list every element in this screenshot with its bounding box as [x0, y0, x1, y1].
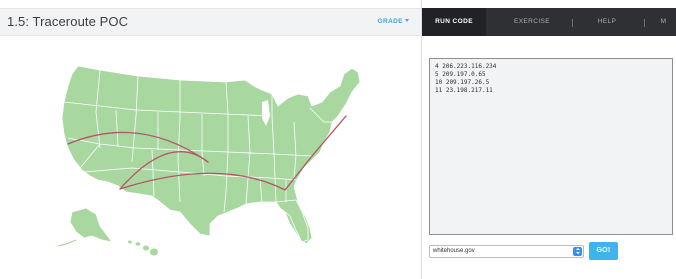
code-panel: RUN CODE EXERCISE HELP M 4 206.223.116.2… — [421, 0, 676, 279]
hawaii-shape — [128, 240, 158, 256]
grade-button[interactable]: GRADE — [378, 18, 409, 25]
output-line: 4 206.223.116.234 — [435, 63, 497, 70]
output-line: 11 23.198.217.11 — [435, 87, 493, 94]
lesson-panel: 1.5: Traceroute POC GRADE — [0, 0, 421, 279]
alaska-shape — [69, 207, 113, 243]
tab-run-code[interactable]: RUN CODE — [422, 8, 486, 36]
tab-divider — [572, 19, 573, 27]
tab-help[interactable]: HELP — [587, 8, 627, 36]
alaska-islands — [57, 239, 77, 247]
app-window: 1.5: Traceroute POC GRADE RUN CODE EXERC… — [0, 0, 676, 279]
select-arrows-icon[interactable] — [573, 247, 582, 256]
traceroute-output: 4 206.223.116.234 5 209.197.0.65 10 209.… — [429, 58, 673, 235]
tab-exercise[interactable]: EXERCISE — [502, 8, 562, 36]
grade-label: GRADE — [377, 18, 403, 25]
tab-divider — [644, 19, 645, 27]
host-select-value: whitehouse.gov — [433, 248, 475, 254]
tab-more[interactable]: M — [650, 8, 676, 36]
output-line: 10 209.197.26.5 — [435, 79, 490, 86]
output-line: 5 209.197.0.65 — [435, 71, 486, 78]
tab-bar: RUN CODE EXERCISE HELP M — [422, 8, 676, 36]
us-map-svg — [57, 65, 361, 256]
us-mainland-shape — [61, 65, 361, 245]
lesson-header: 1.5: Traceroute POC GRADE — [0, 8, 421, 36]
host-select[interactable]: whitehouse.gov — [429, 245, 584, 258]
caret-down-icon — [405, 19, 409, 22]
florida-shape — [275, 199, 309, 243]
go-button[interactable]: GO! — [589, 242, 618, 260]
us-map — [40, 52, 380, 264]
lesson-title: 1.5: Traceroute POC — [7, 14, 129, 29]
